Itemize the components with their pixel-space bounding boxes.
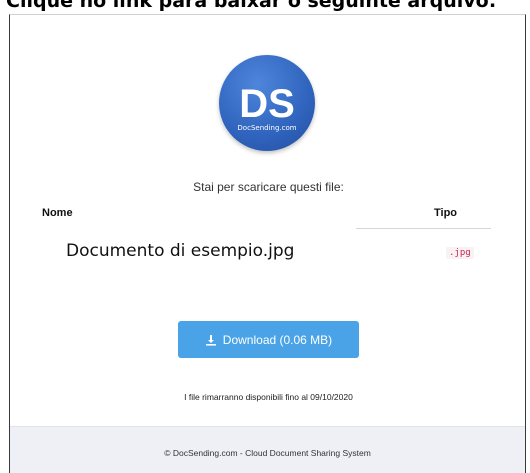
footer-text: © DocSending.com - Cloud Document Sharin… xyxy=(164,448,371,458)
svg-text:DS: DS xyxy=(239,82,295,126)
file-name: Documento di esempio.jpg xyxy=(66,241,295,261)
column-header-name: Nome xyxy=(42,207,73,219)
intro-text: Stai per scaricare questi file: xyxy=(193,180,344,194)
expiry-notice: I file rimarranno disponibili fino al 09… xyxy=(184,392,353,402)
ds-logo-icon: DS xyxy=(239,82,295,126)
top-caption: Clique no link para baixar o seguinte ar… xyxy=(6,0,497,12)
download-icon xyxy=(205,334,216,346)
logo-site-text: DocSending.com xyxy=(237,124,297,132)
header-divider xyxy=(356,228,491,229)
download-button[interactable]: Download (0.06 MB) xyxy=(178,321,359,358)
download-button-label: Download (0.06 MB) xyxy=(222,332,333,347)
file-type-badge: .jpg xyxy=(446,247,474,259)
column-header-type: Tipo xyxy=(434,207,458,219)
download-page: DS DocSending.com Stai per scaricare que… xyxy=(9,14,526,473)
docsending-logo: DS DocSending.com xyxy=(219,55,315,151)
footer: © DocSending.com - Cloud Document Sharin… xyxy=(10,426,525,473)
